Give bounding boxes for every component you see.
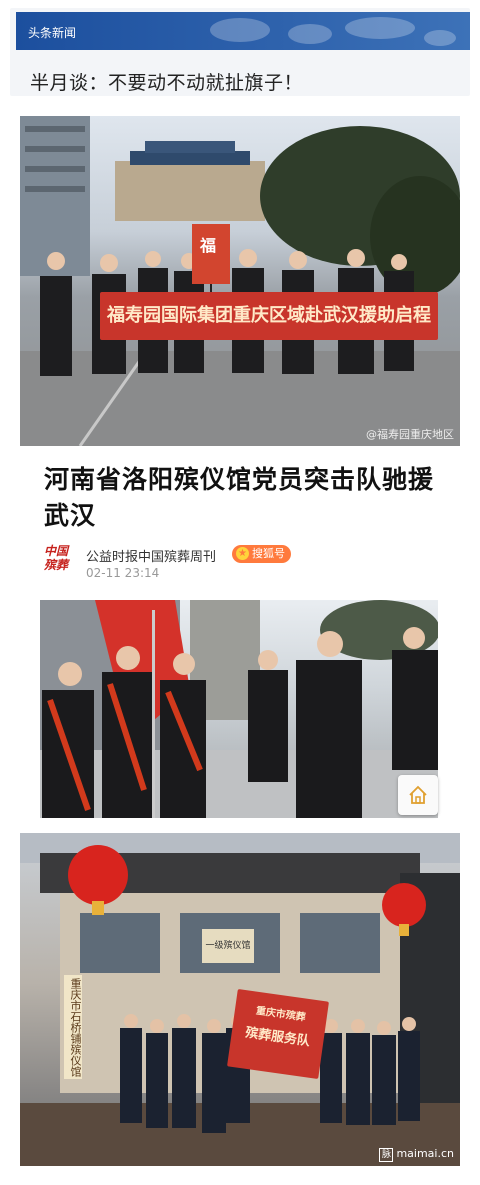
home-button[interactable] [398,775,438,815]
home-icon [409,785,427,804]
source-tag: 头条新闻 [28,26,77,40]
news-source-banner: 头条新闻 [16,12,470,50]
photo1-banner-text: 福寿园国际集团重庆区域赴武汉援助启程 [107,305,431,326]
author-row: 中国殡葬 公益时报中国殡葬周刊 ★ 搜狐号 02-11 23:14 [44,544,444,584]
photo3-vertical-sign: 重庆市石桥铺殡仪馆 [64,975,82,1079]
photo1-watermark: @福寿园重庆地区 [366,428,454,441]
photo1-flag-text: 福 [200,236,217,255]
news-headline[interactable]: 半月谈：不要动不动就扯旗子！ [30,68,303,95]
photo-volunteer-send-off [40,600,438,818]
photo-send-off-scene [40,600,438,818]
photo3-plaque: 一级殡仪馆 [202,929,254,963]
maimai-watermark-text: maimai.cn [396,1147,454,1160]
photo-team-departure-scene [20,116,460,446]
sohu-badge[interactable]: ★ 搜狐号 [232,545,291,563]
publisher-logo: 中国殡葬 [44,544,69,572]
photo3-banner: 重庆市殡葬 殡葬服务队 [227,988,329,1080]
article-title: 河南省洛阳殡仪馆党员突击队驰援武汉 [44,465,435,530]
photo-funeral-service-team: 一级殡仪馆 重庆市石桥铺殡仪馆 重庆市殡葬 殡葬服务队 脉 maimai.cn [20,833,460,1166]
photo-team-departure: 福寿园国际集团重庆区域赴武汉援助启程 福 @福寿园重庆地区 [20,116,460,446]
photo1-banner: 福寿园国际集团重庆区域赴武汉援助启程 [100,292,438,340]
world-map-graphic [210,17,456,46]
star-icon: ★ [236,547,249,560]
sohu-badge-label: 搜狐号 [252,547,285,560]
publish-time: 02-11 23:14 [86,566,160,580]
photo3-watermark: 脉 maimai.cn [379,1147,454,1162]
author-name[interactable]: 公益时报中国殡葬周刊 [86,546,216,565]
top-news-card[interactable]: 头条新闻 半月谈：不要动不动就扯旗子！ [10,8,470,96]
maimai-icon: 脉 [379,1148,394,1162]
